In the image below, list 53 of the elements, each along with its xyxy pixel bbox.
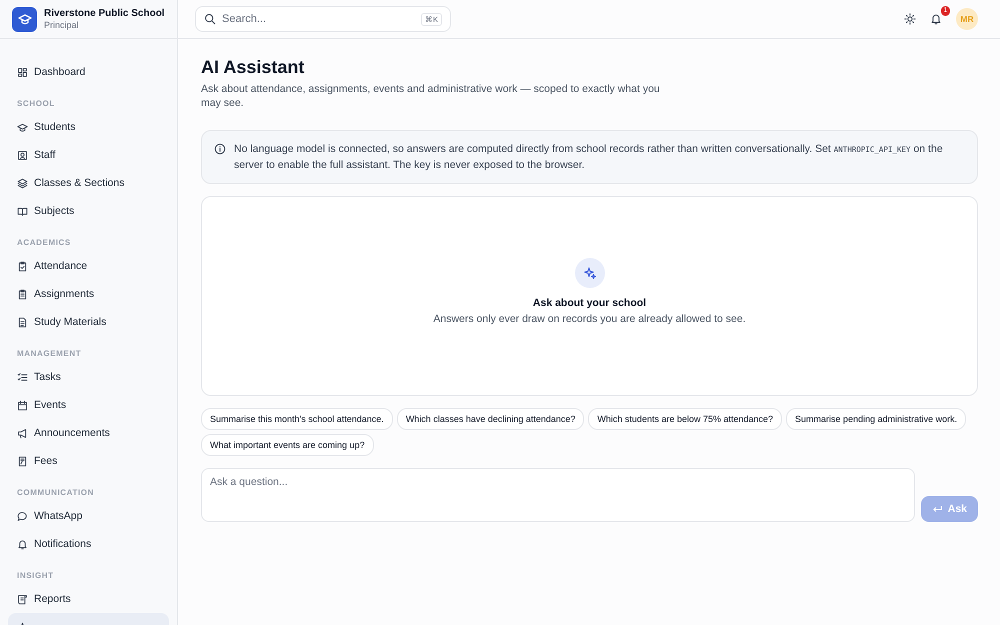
graduation-cap-logo-icon (12, 6, 37, 32)
chat-bubble-icon (17, 510, 28, 522)
layers-icon (17, 178, 28, 188)
sidebar-item[interactable]: Study Materials (8, 308, 169, 336)
grid-icon (17, 66, 28, 78)
sidebar-item[interactable]: Announcements (8, 419, 169, 447)
id-card-icon (17, 150, 28, 160)
sidebar-item[interactable]: Events (8, 391, 169, 419)
user-role: Principal (44, 20, 80, 30)
sidebar-item[interactable]: Students (8, 113, 169, 141)
school-name: Riverstone Public School (44, 8, 165, 19)
suggestion-chip[interactable]: Summarise this month's school attendance. (201, 408, 393, 430)
section-heading: ACADEMICS (16, 237, 72, 249)
megaphone-icon (17, 428, 28, 438)
sparkle-icon (574, 258, 604, 288)
sidebar-item[interactable]: Notifications (8, 530, 169, 558)
page-subtitle: Ask about attendance, assignments, events and administrative work — scoped to exactly what you may see. (201, 82, 661, 110)
sidebar-item[interactable]: Assignments (8, 280, 169, 308)
clipboard-check-icon (17, 260, 28, 272)
sidebar-item[interactable]: Classes & Sections (8, 169, 169, 197)
clipboard-icon (17, 288, 28, 300)
section-heading: MANAGEMENT (16, 348, 82, 360)
notifications-bell-icon[interactable] (930, 13, 942, 25)
document-icon (17, 316, 28, 328)
book-icon (17, 206, 28, 216)
receipt-icon (17, 456, 28, 466)
bell-icon (17, 538, 28, 550)
section-heading: INSIGHT (16, 570, 55, 582)
suggestion-chip[interactable]: Summarise pending administrative work. (786, 408, 966, 430)
sidebar-item[interactable]: Reports (8, 585, 169, 613)
sidebar-item[interactable]: Fees (8, 447, 169, 475)
section-heading: SCHOOL (16, 98, 56, 110)
enter-icon (932, 504, 943, 514)
question-field[interactable]: Ask a question... (201, 468, 915, 522)
sidebar-item[interactable]: WhatsApp (8, 502, 169, 530)
page-title: AI Assistant (201, 57, 306, 78)
suggestion-chip[interactable]: Which classes have declining attendance? (396, 408, 584, 430)
sidebar-item[interactable]: Dashboard (8, 58, 169, 86)
graduation-cap-icon (17, 122, 28, 132)
calendar-icon (17, 400, 28, 410)
sidebar-item[interactable]: Subjects (8, 197, 169, 225)
sidebar-item[interactable]: Tasks (8, 363, 169, 391)
sidebar-item[interactable]: Staff (8, 141, 169, 169)
empty-state-title: Ask about your school (532, 296, 646, 308)
checklist-icon (17, 372, 28, 382)
scroll-icon (17, 594, 28, 604)
suggestion-chip[interactable]: What important events are coming up? (201, 434, 374, 456)
section-heading: COMMUNICATION (16, 487, 95, 499)
sidebar-item[interactable]: Attendance (8, 252, 169, 280)
theme-toggle-sun-icon[interactable] (904, 13, 916, 25)
info-icon (214, 143, 226, 155)
empty-state-text: Answers only ever draw on records you are already allowed to see. (433, 312, 746, 324)
suggestion-chip[interactable]: Which students are below 75% attendance? (588, 408, 782, 430)
